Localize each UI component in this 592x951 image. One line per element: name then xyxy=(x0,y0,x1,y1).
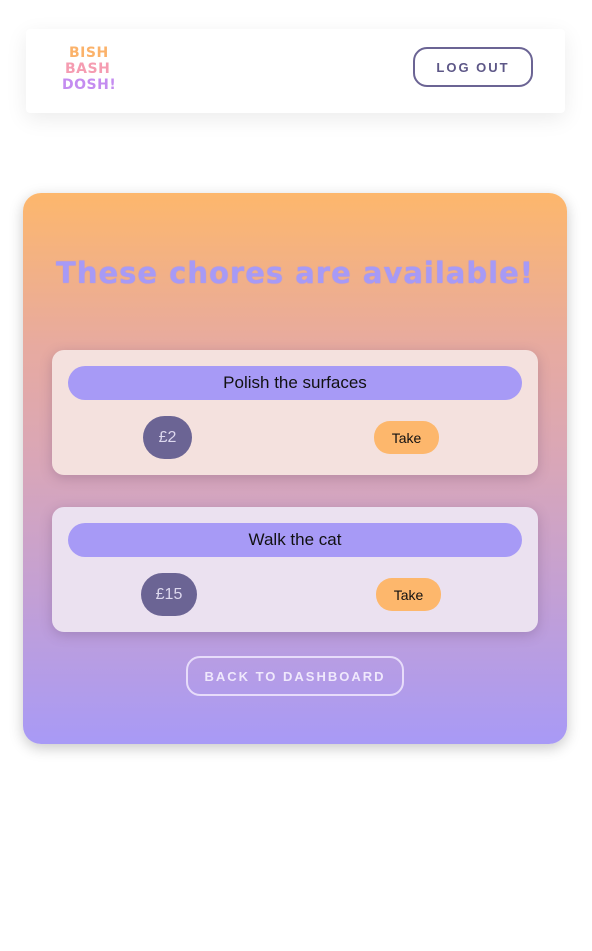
logo-line-bish: BISH xyxy=(69,45,109,61)
chore-name: Walk the cat xyxy=(68,523,522,557)
logo-line-dosh: DOSH! xyxy=(62,77,117,93)
top-header: BISH BASH DOSH! LOG OUT xyxy=(26,29,565,113)
take-chore-button[interactable]: Take xyxy=(374,421,439,454)
chore-card: Walk the cat £15 Take xyxy=(52,507,538,632)
chore-price-badge: £2 xyxy=(143,416,192,459)
logo[interactable]: BISH BASH DOSH! xyxy=(62,45,122,93)
page-title: These chores are available! xyxy=(56,256,534,290)
back-to-dashboard-button[interactable]: BACK TO DASHBOARD xyxy=(186,656,404,696)
available-chores-panel: These chores are available! Polish the s… xyxy=(23,193,567,744)
chore-price-badge: £15 xyxy=(141,573,197,616)
logout-button[interactable]: LOG OUT xyxy=(413,47,533,87)
logo-line-bash: BASH xyxy=(65,61,111,77)
chore-name: Polish the surfaces xyxy=(68,366,522,400)
chore-card: Polish the surfaces £2 Take xyxy=(52,350,538,475)
take-chore-button[interactable]: Take xyxy=(376,578,441,611)
